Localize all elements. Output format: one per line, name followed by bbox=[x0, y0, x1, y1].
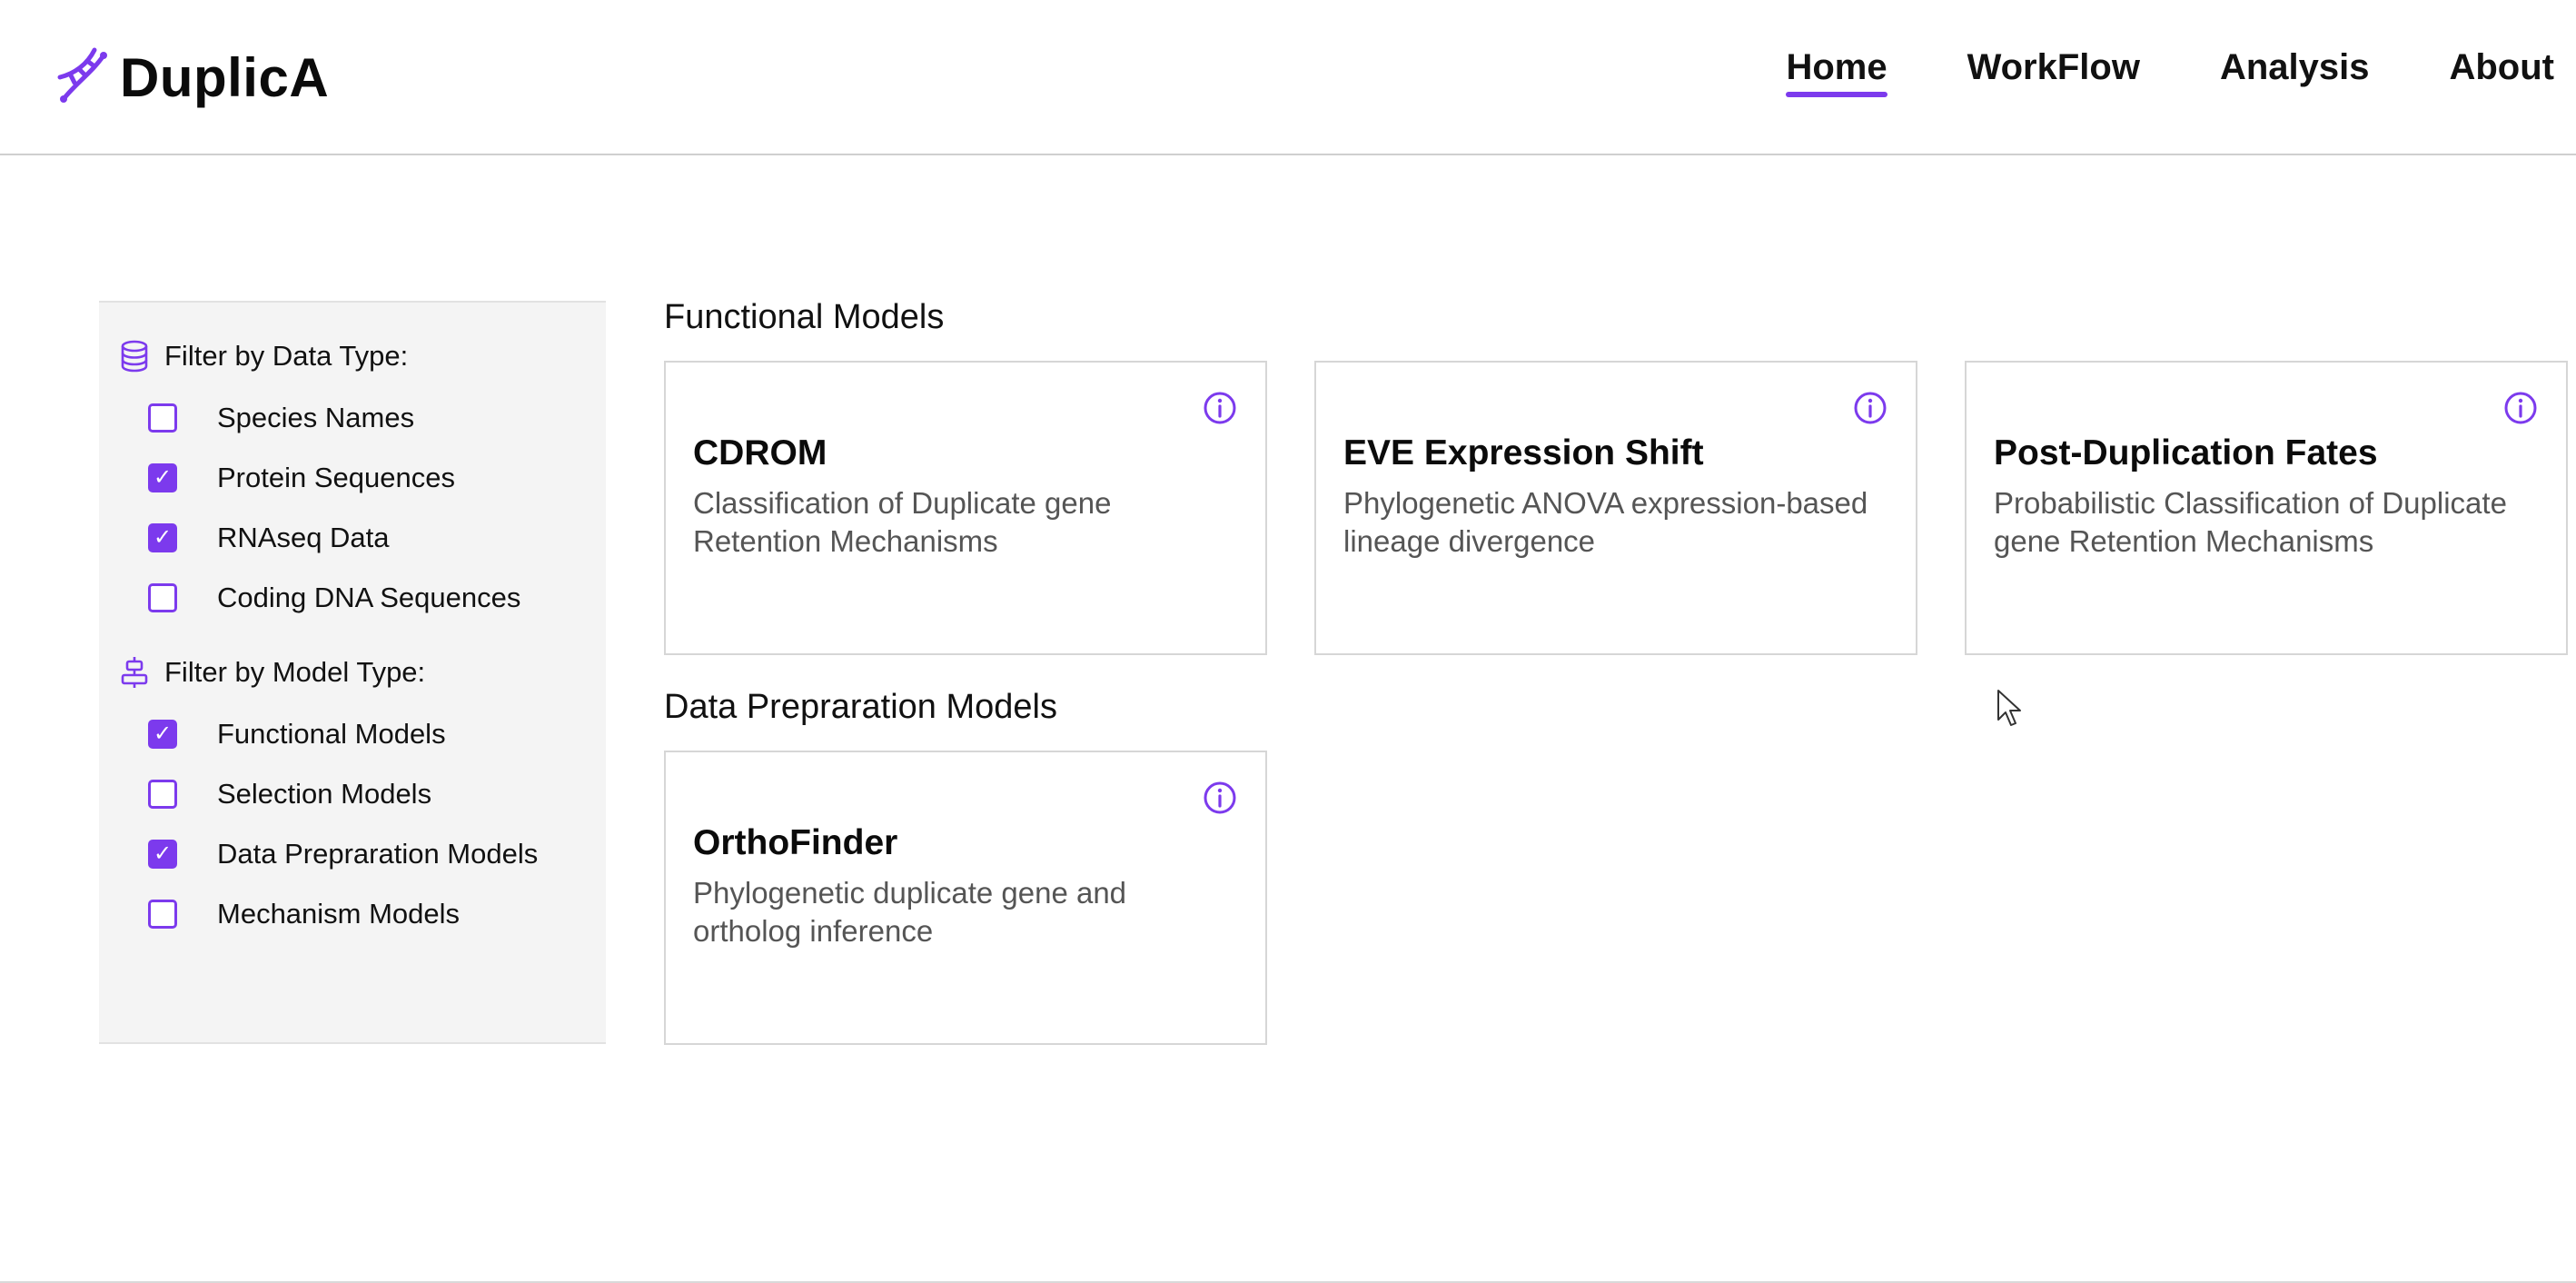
card-description: Probabilistic Classification of Duplicat… bbox=[1994, 486, 2507, 558]
card-title: OrthoFinder bbox=[693, 823, 898, 862]
filter-mechanism-models[interactable]: Mechanism Models bbox=[148, 884, 606, 944]
model-card-cdrom[interactable]: CDROM Classification of Duplicate gene R… bbox=[664, 361, 1267, 655]
card-title: Post-Duplication Fates bbox=[1994, 433, 2378, 472]
mouse-cursor-icon bbox=[1997, 690, 2021, 726]
info-icon[interactable] bbox=[1202, 390, 1238, 426]
model-type-filter-heading: Filter by Model Type: bbox=[117, 650, 606, 695]
filter-data-preparation-models[interactable]: ✓ Data Prepraration Models bbox=[148, 824, 606, 884]
dna-icon bbox=[57, 47, 107, 103]
filter-functional-models[interactable]: ✓ Functional Models bbox=[148, 704, 606, 764]
filter-option-label: Data Prepraration Models bbox=[217, 838, 539, 870]
filter-selection-models[interactable]: Selection Models bbox=[148, 764, 606, 824]
card-description: Phylogenetic duplicate gene and ortholog… bbox=[693, 876, 1127, 948]
filter-rnaseq-data[interactable]: ✓ RNAseq Data bbox=[148, 508, 606, 568]
model-card-post-duplication-fates[interactable]: Post-Duplication Fates Probabilistic Cla… bbox=[1965, 361, 2568, 655]
checkbox-functional-models[interactable]: ✓ bbox=[148, 720, 177, 749]
nav-workflow[interactable]: WorkFlow bbox=[1967, 47, 2140, 97]
filter-option-label: Selection Models bbox=[217, 778, 432, 810]
database-icon bbox=[121, 340, 148, 373]
main-nav: Home WorkFlow Analysis About bbox=[1706, 47, 2554, 111]
data-type-filter-list: Species Names ✓ Protein Sequences ✓ RNAs… bbox=[117, 388, 606, 628]
filter-option-label: Species Names bbox=[217, 402, 415, 433]
data-type-filter-label: Filter by Data Type: bbox=[164, 340, 409, 372]
card-description: Classification of Duplicate gene Retenti… bbox=[693, 486, 1112, 558]
nav-about[interactable]: About bbox=[2449, 47, 2554, 97]
checkbox-protein-sequences[interactable]: ✓ bbox=[148, 463, 177, 492]
filter-option-label: Coding DNA Sequences bbox=[217, 582, 521, 613]
data-type-filter-heading: Filter by Data Type: bbox=[117, 333, 606, 379]
checkbox-rnaseq-data[interactable]: ✓ bbox=[148, 523, 177, 552]
checkbox-data-preparation-models[interactable]: ✓ bbox=[148, 840, 177, 869]
card-title: EVE Expression Shift bbox=[1343, 433, 1704, 472]
filter-sidebar: Filter by Data Type: Species Names ✓ Pro… bbox=[99, 301, 606, 1044]
nav-analysis[interactable]: Analysis bbox=[2220, 47, 2370, 97]
model-card-orthofinder[interactable]: OrthoFinder Phylogenetic duplicate gene … bbox=[664, 751, 1267, 1045]
checkbox-coding-dna-sequences[interactable] bbox=[148, 583, 177, 612]
info-icon[interactable] bbox=[1202, 780, 1238, 816]
filter-option-label: RNAseq Data bbox=[217, 522, 390, 553]
model-type-filter-label: Filter by Model Type: bbox=[164, 656, 426, 688]
filter-coding-dna-sequences[interactable]: Coding DNA Sequences bbox=[148, 568, 606, 628]
section-title-data-preparation-models: Data Prepraration Models bbox=[664, 688, 1057, 726]
nav-home[interactable]: Home bbox=[1786, 47, 1887, 97]
checkbox-mechanism-models[interactable] bbox=[148, 900, 177, 929]
card-title: CDROM bbox=[693, 433, 827, 472]
model-type-filter-list: ✓ Functional Models Selection Models ✓ D… bbox=[117, 704, 606, 944]
checkbox-selection-models[interactable] bbox=[148, 780, 177, 809]
section-title-functional-models: Functional Models bbox=[664, 298, 945, 336]
align-center-icon bbox=[121, 657, 148, 688]
filter-option-label: Protein Sequences bbox=[217, 462, 455, 493]
top-header: DuplicA Home WorkFlow Analysis About bbox=[0, 0, 2576, 155]
model-card-eve-expression-shift[interactable]: EVE Expression Shift Phylogenetic ANOVA … bbox=[1314, 361, 1917, 655]
filter-option-label: Mechanism Models bbox=[217, 898, 461, 930]
filter-option-label: Functional Models bbox=[217, 718, 446, 750]
logo-text: DuplicA bbox=[120, 46, 330, 108]
card-description: Phylogenetic ANOVA expression-based line… bbox=[1343, 486, 1868, 558]
filter-species-names[interactable]: Species Names bbox=[148, 388, 606, 448]
logo[interactable]: DuplicA bbox=[51, 36, 329, 118]
filter-protein-sequences[interactable]: ✓ Protein Sequences bbox=[148, 448, 606, 508]
info-icon[interactable] bbox=[2502, 390, 2539, 426]
info-icon[interactable] bbox=[1852, 390, 1888, 426]
checkbox-species-names[interactable] bbox=[148, 403, 177, 433]
